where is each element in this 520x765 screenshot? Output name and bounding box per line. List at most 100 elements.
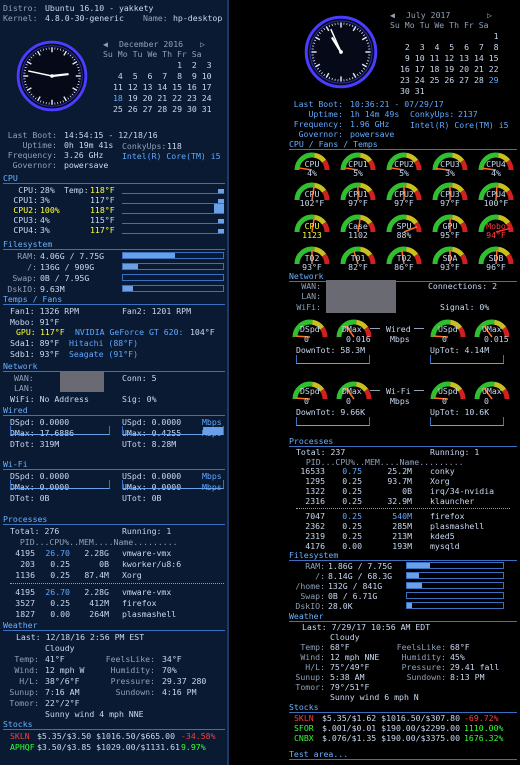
conkyups-value: 2137	[458, 109, 478, 119]
fs-label: DskIO:	[7, 284, 37, 294]
stock-prices: $3.50/$3.85 $1029.00/$1131.61	[37, 742, 180, 752]
fs-value: 1.86G / 7.75G	[328, 561, 393, 571]
gauge-value: 94°F	[486, 230, 506, 240]
gauge-arc	[458, 326, 466, 338]
fs-usage-bar-fill	[407, 583, 423, 588]
calendar-today: 18	[113, 93, 123, 103]
wired-dmax-value: 0.016	[346, 334, 371, 344]
weather-section-title: Weather	[289, 611, 324, 621]
process-by-mem-name: vmware-vmx	[122, 587, 172, 597]
calendar-week: 1 2 3	[113, 60, 212, 70]
gauge-value: 97°F	[440, 198, 460, 208]
conkyups-value: 118	[167, 141, 182, 151]
gauge-value: 96°F	[486, 262, 506, 272]
network-section-title: Network	[289, 271, 324, 281]
fan1-reading: Fan1: 1326 RPM	[10, 306, 80, 316]
gauge-value: 102°F	[299, 198, 325, 208]
boot-label: Governor:	[298, 129, 343, 139]
process-by-mem-cpu: 0.25	[342, 511, 362, 521]
wired-section-title: Wired	[3, 405, 28, 415]
process-by-mem-mem: 213M	[392, 531, 412, 541]
sdb-drive-name: Seagate (91°F)	[69, 349, 139, 359]
filesystem-section-title: Filesystem	[289, 550, 339, 560]
fs-value: 132G / 841G	[328, 581, 383, 591]
process-by-cpu-mem: 87.4M	[84, 570, 109, 580]
process-by-mem-name: firefox	[122, 598, 157, 608]
boot-label: Frequency:	[7, 150, 57, 160]
calendar-next-icon[interactable]: ▷	[487, 10, 492, 20]
gauge-value: 1102	[348, 230, 368, 240]
weather-value: 7:16 AM	[45, 687, 80, 697]
calendar-week: 25 26 27 28 29 30 31	[113, 104, 212, 114]
cpu-graph	[122, 184, 224, 194]
fs-usage-bar	[122, 285, 224, 292]
process-by-cpu-name: irq/34-nvidia	[430, 486, 495, 496]
gauge-arc	[320, 326, 328, 338]
weather-value: 79°/51°F	[330, 682, 370, 692]
weather-value: 75°/49°F	[330, 662, 370, 672]
gauge-value: 4%	[307, 168, 317, 178]
boot-label: Frequency:	[293, 119, 343, 129]
fs-value: 9.63M	[40, 284, 65, 294]
process-by-mem-cpu: 0.25	[50, 598, 70, 608]
calendar-month: July 2017	[406, 10, 451, 20]
stock-symbol: SFOR	[294, 723, 314, 733]
gauge-value: 82°F	[348, 262, 368, 272]
weather-value-2: 29.37 280	[162, 676, 207, 686]
process-by-cpu-name: kworker/u8:6	[122, 559, 182, 569]
weather-label: Sunup:	[295, 672, 325, 682]
process-by-cpu-pid: 1136	[15, 570, 35, 580]
calendar-next-icon[interactable]: ▷	[200, 39, 205, 49]
process-by-mem-mem: 540M	[392, 511, 412, 521]
stock-prices: $.076/$1.35 $190.00/$3375.00	[322, 733, 461, 743]
fs-usage-bar	[122, 274, 224, 281]
boot-label: Last Boot:	[293, 99, 343, 109]
wifi-label: WiFi:	[296, 302, 321, 312]
process-by-cpu-pid: 1295	[305, 476, 325, 486]
processes-section-title: Processes	[289, 436, 334, 446]
wifi-uspd-value: 0	[442, 396, 447, 406]
cpu-graph-fill	[218, 219, 224, 223]
weather-label: Tomor:	[295, 682, 325, 692]
boot-label: Uptime:	[22, 140, 57, 150]
test-area-label: Test area...	[289, 749, 349, 759]
process-divider	[296, 508, 510, 509]
weather-label: Temp:	[14, 654, 39, 664]
process-by-mem-pid: 4195	[15, 587, 35, 597]
process-by-mem-name: plasmashell	[430, 521, 485, 531]
wired-up-graph-fill	[203, 427, 223, 434]
weather-tomorrow: Sunny wind 6 mph N	[330, 692, 419, 702]
wired-dmax-label: DMax	[342, 324, 362, 334]
sda-temp: Sda1: 89°F	[10, 338, 60, 348]
processes-section-title-rule	[3, 524, 225, 525]
conkyups-label: ConkyUps:	[122, 141, 167, 151]
kernel-label: Kernel:	[3, 13, 38, 23]
wired-uspd-value: 0	[442, 334, 447, 344]
wired-up: UTot: 8.28M	[122, 439, 177, 449]
cpu-graph	[122, 204, 224, 214]
gauge-value: 1123	[302, 230, 322, 240]
wired-unit: Mbps	[390, 334, 410, 344]
gauge-value: 86°F	[394, 262, 414, 272]
cpu-section-title: CPU	[3, 173, 18, 183]
temp-value: 118°F	[90, 185, 115, 195]
fs-usage-bar-fill	[407, 563, 431, 568]
fs-label: /home:	[295, 581, 325, 591]
boot-value: 0h 19m 41s	[64, 140, 114, 150]
process-total: Total: 237	[296, 447, 346, 457]
process-by-mem-mem: 285M	[392, 521, 412, 531]
wifi-type-label: Wi-Fi	[386, 386, 411, 396]
calendar-prev-icon[interactable]: ◀	[103, 39, 108, 49]
gauge-value: 3%	[445, 168, 455, 178]
wired-up-graph	[430, 355, 504, 364]
calendar-week: 2 3 4 5 6 7 8	[400, 42, 499, 52]
process-by-mem-name: mysqld	[430, 541, 460, 551]
fs-usage-bar	[122, 263, 224, 270]
calendar-weekdays: Su Mo Tu We Th Fr Sa	[390, 20, 489, 30]
weather-tomorrow: Sunny wind 4 mph NNE	[45, 709, 144, 719]
wifi-umax-label: UMax	[482, 386, 502, 396]
process-by-cpu-name: klauncher	[430, 496, 475, 506]
connections: Connections: 2	[428, 281, 498, 291]
calendar-prev-icon[interactable]: ◀	[390, 10, 395, 20]
cpu-label: CPU3:	[13, 215, 38, 225]
